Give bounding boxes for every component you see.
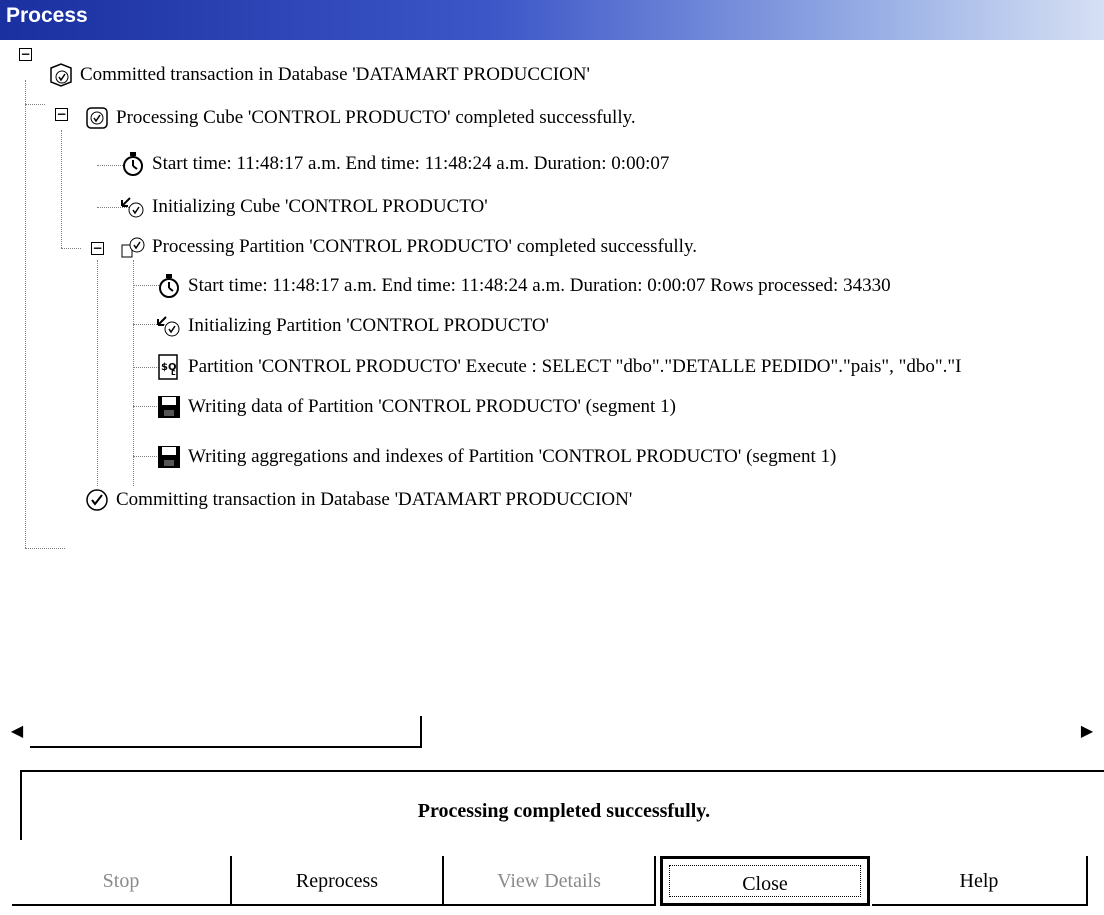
reprocess-button[interactable]: Reprocess bbox=[232, 856, 444, 906]
close-button[interactable]: Close bbox=[660, 856, 870, 906]
sql-icon: $Q L bbox=[158, 354, 178, 380]
tree-node-label: Processing Partition 'CONTROL PRODUCTO' … bbox=[152, 236, 697, 257]
initialize-icon bbox=[157, 316, 180, 337]
status-message: Processing completed successfully. bbox=[417, 800, 711, 822]
tree-node-label: Processing Cube 'CONTROL PRODUCTO' compl… bbox=[116, 107, 636, 128]
focus-rect bbox=[669, 865, 861, 897]
initialize-icon bbox=[121, 197, 144, 218]
collapse-toggle[interactable]: − bbox=[19, 48, 32, 61]
partition-check-icon bbox=[121, 237, 145, 258]
tree-node-label: Partition 'CONTROL PRODUCTO' Execute : S… bbox=[188, 356, 962, 377]
process-log-tree[interactable]: − − − Committed transaction in Database … bbox=[0, 48, 1104, 748]
tree-connector bbox=[25, 104, 45, 105]
arrow-left-icon: ◀ bbox=[10, 721, 24, 740]
cube-check-icon bbox=[86, 107, 108, 129]
tree-node-label: Writing aggregations and indexes of Part… bbox=[188, 446, 837, 467]
disk-icon bbox=[158, 396, 180, 418]
scroll-left-button[interactable]: ◀ bbox=[4, 716, 30, 746]
scroll-right-button[interactable]: ▶ bbox=[1074, 716, 1100, 746]
tree-node-label: Initializing Cube 'CONTROL PRODUCTO' bbox=[152, 196, 488, 217]
tree-node-label: Initializing Partition 'CONTROL PRODUCTO… bbox=[188, 315, 549, 336]
arrow-right-icon: ▶ bbox=[1080, 721, 1094, 740]
status-panel: Processing completed successfully. bbox=[20, 770, 1104, 840]
stopwatch-icon bbox=[159, 274, 179, 298]
collapse-toggle[interactable]: − bbox=[91, 242, 104, 255]
check-circle-icon bbox=[86, 489, 108, 511]
tree-connector bbox=[25, 548, 65, 549]
tree-connector bbox=[97, 260, 98, 486]
window-title: Process bbox=[6, 4, 88, 27]
stop-button[interactable]: Stop bbox=[12, 856, 232, 906]
tree-node-label: Start time: 11:48:17 a.m. End time: 11:4… bbox=[152, 153, 670, 174]
commit-db-icon bbox=[50, 63, 72, 87]
tree-connector bbox=[133, 260, 134, 486]
tree-connector bbox=[61, 248, 81, 249]
tree-connector bbox=[61, 130, 62, 248]
horizontal-scrollbar[interactable]: ◀ ▶ bbox=[4, 716, 1100, 748]
title-bar: Process bbox=[0, 0, 1104, 40]
tree-node-label: Committing transaction in Database 'DATA… bbox=[116, 489, 633, 510]
collapse-toggle[interactable]: − bbox=[55, 108, 68, 121]
view-details-button[interactable]: View Details bbox=[444, 856, 656, 906]
svg-text:L: L bbox=[171, 369, 176, 377]
stopwatch-icon bbox=[123, 152, 143, 176]
scrollbar-thumb[interactable] bbox=[30, 716, 422, 748]
tree-connector bbox=[25, 80, 26, 548]
disk-icon bbox=[158, 446, 180, 468]
tree-node-label: Committed transaction in Database 'DATAM… bbox=[80, 64, 590, 85]
tree-node-label: Start time: 11:48:17 a.m. End time: 11:4… bbox=[188, 275, 891, 296]
tree-node-label: Writing data of Partition 'CONTROL PRODU… bbox=[188, 396, 676, 417]
help-button[interactable]: Help bbox=[872, 856, 1088, 906]
